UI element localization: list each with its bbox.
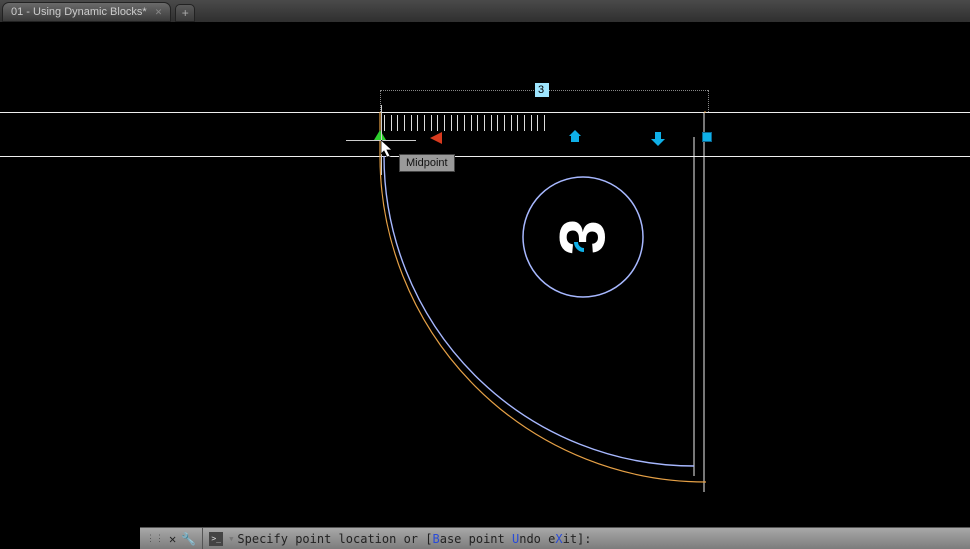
ruler-tick [524, 115, 525, 131]
ruler-tick [504, 115, 505, 131]
flip-down-arrow-icon[interactable] [651, 132, 665, 146]
ruler-tick [397, 115, 398, 131]
ruler-tick [471, 115, 472, 131]
osnap-tooltip: Midpoint [399, 154, 455, 172]
command-line-bar[interactable]: ⋮⋮ ✕ 🔧 >_ ▼ Specify point location or [B… [140, 527, 970, 549]
command-bar-controls: ⋮⋮ ✕ 🔧 [140, 528, 203, 549]
ruler-tick [491, 115, 492, 131]
command-prompt-text: Specify point location or [Base point Un… [237, 532, 591, 546]
ruler-tick [484, 115, 485, 131]
block-text-label: 3 [545, 219, 619, 255]
ruler-tick [437, 115, 438, 131]
mouse-cursor-icon [381, 140, 395, 158]
stretch-grip[interactable] [702, 132, 712, 142]
drawing-tab-label: 01 - Using Dynamic Blocks* [11, 6, 147, 18]
ruler-tick [544, 115, 545, 131]
lookup-grip-icon[interactable] [569, 130, 581, 142]
wall-line-bottom [0, 156, 970, 157]
ruler-tick [411, 115, 412, 131]
close-commandline-icon[interactable]: ✕ [167, 532, 178, 546]
drawing-tab-bar: 01 - Using Dynamic Blocks* ✕ + [0, 0, 970, 22]
drag-handle-icon[interactable]: ⋮⋮ [146, 534, 164, 544]
flip-arrow-icon[interactable] [430, 132, 442, 144]
close-tab-icon[interactable]: ✕ [155, 7, 163, 18]
drawing-canvas[interactable]: // Will be generated below via the popul… [0, 22, 970, 527]
ruler-tick [444, 115, 445, 131]
ruler-tick [431, 115, 432, 131]
ruler-tick [477, 115, 478, 131]
ruler-tick [537, 115, 538, 131]
customize-commandline-icon[interactable]: 🔧 [181, 532, 196, 546]
ruler-tick [517, 115, 518, 131]
chevron-icon: ▼ [229, 535, 233, 543]
wall-line-top [0, 112, 970, 113]
ruler-tick [391, 115, 392, 131]
ruler-tick [531, 115, 532, 131]
ruler-tick [451, 115, 452, 131]
ruler-tick [384, 115, 385, 131]
ruler-tick [457, 115, 458, 131]
ruler-tick [404, 115, 405, 131]
ruler-tick [511, 115, 512, 131]
drawing-tab-active[interactable]: 01 - Using Dynamic Blocks* ✕ [2, 2, 171, 22]
ruler-tick [417, 115, 418, 131]
basepoint-marker-icon [374, 130, 386, 140]
dim-ext-right [708, 90, 709, 112]
command-prompt[interactable]: >_ ▼ Specify point location or [Base poi… [203, 532, 591, 546]
dimension-value-input[interactable] [535, 83, 549, 97]
ruler-tick [424, 115, 425, 131]
new-tab-button[interactable]: + [175, 4, 195, 22]
geometry-overlay [0, 22, 970, 549]
ruler-tick [497, 115, 498, 131]
command-prompt-icon: >_ [209, 532, 223, 546]
ruler-tick [464, 115, 465, 131]
